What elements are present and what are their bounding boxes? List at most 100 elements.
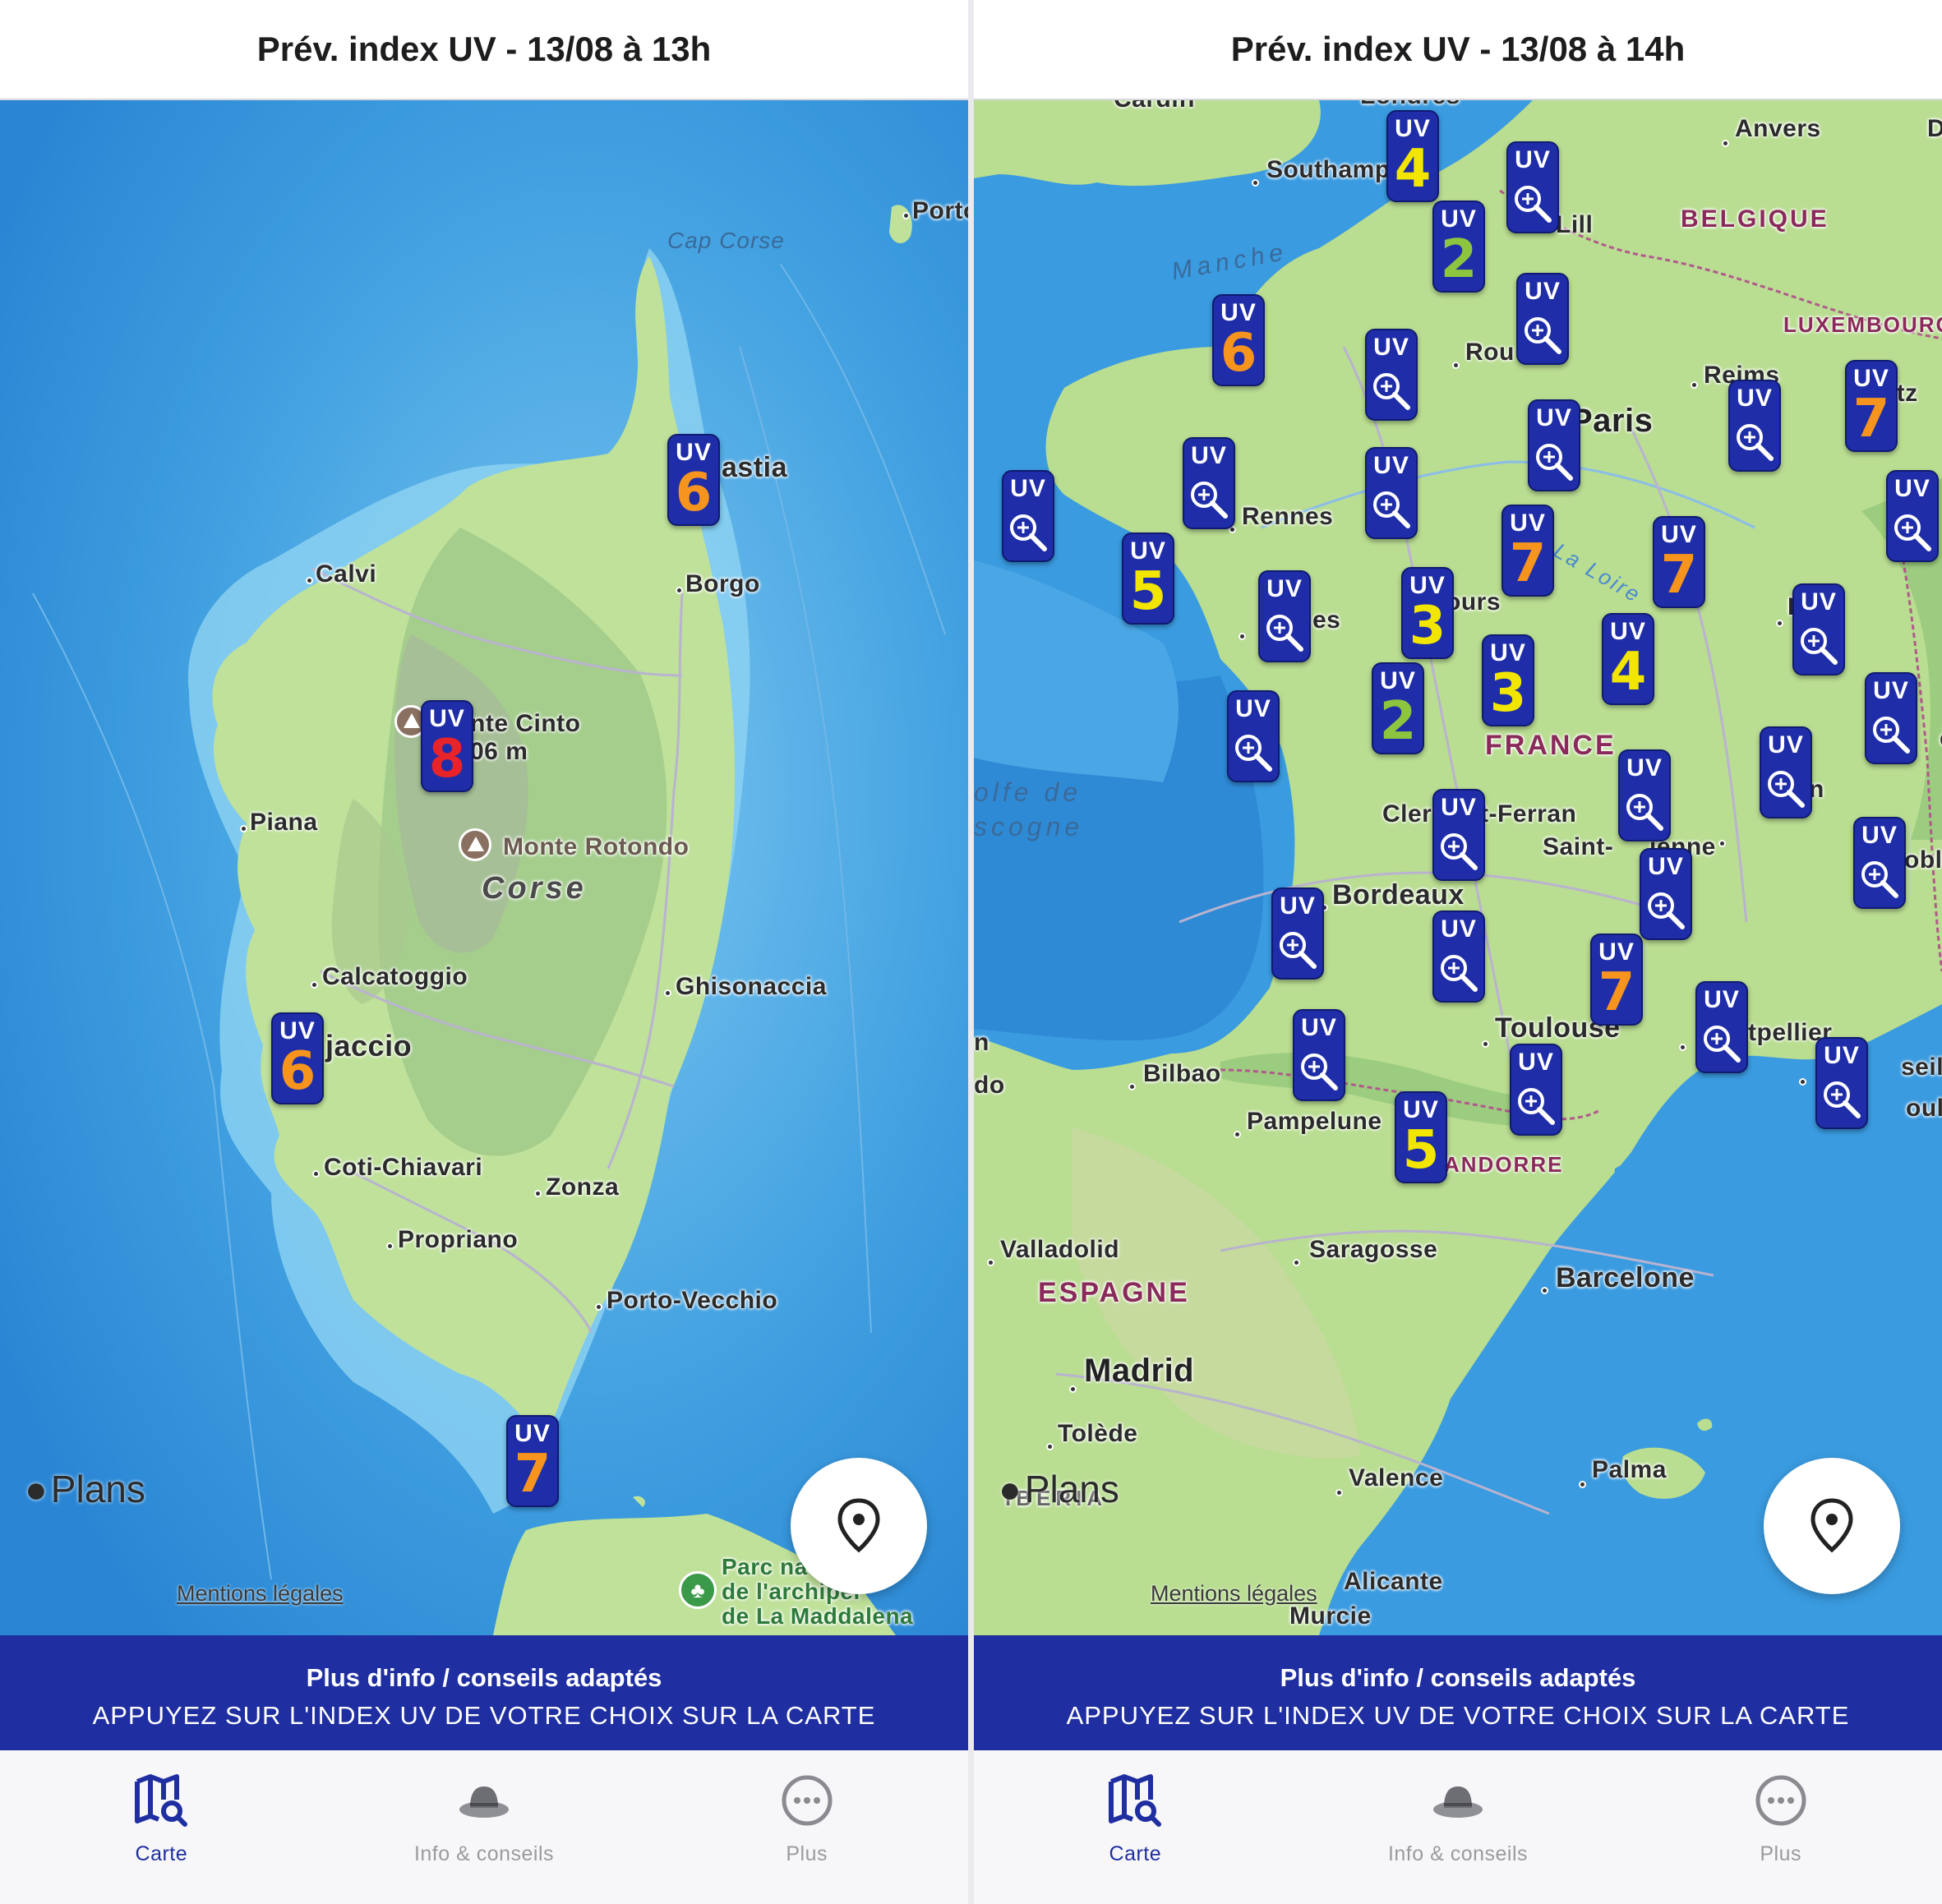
zoom-in-icon bbox=[1861, 861, 1898, 898]
legal-mentions-link[interactable]: Mentions légales bbox=[177, 1581, 344, 1607]
uv-zoom-marker[interactable]: UV bbox=[1227, 690, 1280, 782]
uv-zoom-marker[interactable]: UV bbox=[1516, 273, 1569, 365]
uv-marker-value: 3 bbox=[1409, 596, 1446, 657]
tab-bar: Carte Info & conseils Plus bbox=[974, 1750, 1942, 1904]
uv-zoom-marker[interactable]: UV bbox=[1792, 583, 1845, 675]
locate-button[interactable] bbox=[1764, 1458, 1900, 1594]
uv-zoom-marker[interactable]: UV bbox=[1002, 470, 1054, 562]
uv-marker-value: 5 bbox=[1129, 561, 1167, 622]
place-corse: Corse bbox=[482, 871, 587, 906]
uv-marker[interactable]: UV 3 bbox=[1401, 567, 1454, 659]
uv-zoom-marker[interactable]: UV bbox=[1258, 570, 1311, 662]
info-banner[interactable]: Plus d'info / conseils adaptés APPUYEZ S… bbox=[0, 1635, 968, 1750]
legal-mentions-link[interactable]: Mentions légales bbox=[1151, 1581, 1317, 1607]
uv-zoom-marker[interactable]: UV bbox=[1432, 911, 1485, 1003]
uv-marker-value: 6 bbox=[675, 463, 713, 523]
uv-zoom-marker[interactable]: UV bbox=[1815, 1037, 1868, 1129]
tab-plus[interactable]: Plus bbox=[645, 1750, 968, 1904]
place-paris: Paris bbox=[1571, 403, 1654, 439]
uv-marker[interactable]: UV 7 bbox=[1845, 360, 1898, 452]
tab-carte[interactable]: Carte bbox=[974, 1750, 1297, 1904]
uv-marker-value: 3 bbox=[1489, 663, 1527, 724]
uv-marker-label: UV bbox=[1515, 146, 1551, 173]
place-tours: ours bbox=[1446, 588, 1501, 615]
uv-zoom-marker[interactable]: UV bbox=[1365, 329, 1418, 421]
uv-marker[interactable]: UV 5 bbox=[1395, 1091, 1447, 1183]
uv-zoom-marker[interactable]: UV bbox=[1293, 1009, 1345, 1101]
uv-zoom-marker[interactable]: UV bbox=[1528, 399, 1580, 491]
uv-marker-value: 5 bbox=[1402, 1120, 1440, 1181]
tab-label: Carte bbox=[135, 1842, 188, 1865]
tab-carte[interactable]: Carte bbox=[0, 1750, 323, 1904]
city-dot bbox=[1776, 620, 1783, 627]
city-dot bbox=[534, 1190, 542, 1197]
city-dot bbox=[306, 577, 313, 584]
uv-marker[interactable]: UV 7 bbox=[1501, 505, 1554, 597]
zoom-in-icon bbox=[1441, 955, 1478, 992]
uv-marker[interactable]: UV 7 bbox=[506, 1415, 559, 1507]
page-title: Prév. index UV - 13/08 à 13h bbox=[0, 0, 968, 100]
uv-marker-value: 7 bbox=[1852, 389, 1890, 449]
uv-zoom-marker[interactable]: UV bbox=[1640, 848, 1692, 940]
tab-info-conseils[interactable]: Info & conseils bbox=[323, 1750, 646, 1904]
location-pin-icon bbox=[837, 1498, 880, 1553]
uv-marker[interactable]: UV 6 bbox=[667, 434, 720, 526]
uv-zoom-marker[interactable]: UV bbox=[1432, 789, 1485, 881]
tab-plus[interactable]: Plus bbox=[1619, 1750, 1942, 1904]
map-view[interactable]: Cardiff Londres Anvers D Southampton Lil… bbox=[974, 100, 1942, 1635]
map-view[interactable]: Porto Cap Corse astia Borgo Calvi nte Ci… bbox=[0, 100, 968, 1635]
place-valladolid: Valladolid bbox=[1000, 1236, 1120, 1263]
plans-label: Plans bbox=[1024, 1468, 1119, 1510]
place-porto: Porto bbox=[912, 197, 968, 224]
uv-marker[interactable]: UV 3 bbox=[1482, 634, 1534, 726]
zoom-in-icon bbox=[1280, 932, 1317, 969]
uv-marker[interactable]: UV 2 bbox=[1372, 662, 1424, 754]
uv-zoom-marker[interactable]: UV bbox=[1618, 749, 1671, 841]
zoom-in-icon bbox=[1824, 1081, 1861, 1118]
zoom-in-icon bbox=[1704, 1026, 1741, 1063]
uv-zoom-marker[interactable]: UV bbox=[1728, 380, 1781, 472]
place-nantes: es bbox=[1312, 606, 1341, 634]
uv-zoom-marker[interactable]: UV bbox=[1365, 447, 1418, 539]
uv-zoom-marker[interactable]: UV bbox=[1510, 1044, 1562, 1136]
uv-zoom-marker[interactable]: UV bbox=[1865, 672, 1917, 764]
place-borgo: Borgo bbox=[685, 570, 760, 597]
location-pin-icon bbox=[1811, 1498, 1853, 1553]
uv-marker[interactable]: UV 4 bbox=[1602, 613, 1654, 705]
place-porto-vecchio: Porto-Vecchio bbox=[607, 1287, 778, 1314]
uv-zoom-marker[interactable]: UV bbox=[1183, 437, 1235, 529]
city-dot bbox=[1799, 1078, 1806, 1086]
uv-marker[interactable]: UV 2 bbox=[1432, 201, 1485, 293]
uv-zoom-marker[interactable]: UV bbox=[1853, 817, 1906, 909]
uv-zoom-marker[interactable]: UV bbox=[1506, 141, 1559, 233]
uv-marker-label: UV bbox=[1737, 385, 1773, 412]
uv-marker[interactable]: UV 7 bbox=[1653, 516, 1705, 608]
place-piana: Piana bbox=[250, 809, 318, 836]
map-background bbox=[0, 100, 968, 1635]
place-luxembourg: LUXEMBOURG bbox=[1783, 312, 1942, 337]
uv-zoom-marker[interactable]: UV bbox=[1886, 470, 1939, 562]
uv-marker[interactable]: UV 6 bbox=[1212, 294, 1265, 386]
uv-marker[interactable]: UV 8 bbox=[421, 700, 473, 792]
uv-zoom-marker[interactable]: UV bbox=[1695, 981, 1748, 1073]
uv-marker[interactable]: UV 4 bbox=[1386, 110, 1439, 202]
uv-marker[interactable]: UV 6 bbox=[271, 1012, 324, 1104]
info-banner[interactable]: Plus d'info / conseils adaptés APPUYEZ S… bbox=[974, 1635, 1942, 1750]
uv-marker-label: UV bbox=[1824, 1042, 1860, 1069]
uv-marker[interactable]: UV 5 bbox=[1122, 532, 1174, 625]
apple-icon: ● bbox=[999, 1468, 1022, 1510]
banner-title: Plus d'info / conseils adaptés bbox=[306, 1663, 662, 1692]
place-tolede: Tolède bbox=[1058, 1420, 1138, 1447]
place-valence: Valence bbox=[1349, 1464, 1444, 1491]
tab-info-conseils[interactable]: Info & conseils bbox=[1297, 1750, 1620, 1904]
locate-button[interactable] bbox=[791, 1458, 927, 1594]
more-icon bbox=[782, 1775, 833, 1826]
uv-zoom-marker[interactable]: UV bbox=[1760, 726, 1812, 818]
zoom-in-icon bbox=[1191, 482, 1228, 519]
uv-marker-label: UV bbox=[1536, 404, 1572, 431]
uv-zoom-marker[interactable]: UV bbox=[1271, 887, 1324, 980]
uv-marker[interactable]: UV 7 bbox=[1590, 934, 1643, 1026]
uv-marker-label: UV bbox=[1704, 986, 1740, 1013]
screen-divider bbox=[968, 0, 974, 1904]
place-coti-chiavari: Coti-Chiavari bbox=[324, 1154, 483, 1181]
